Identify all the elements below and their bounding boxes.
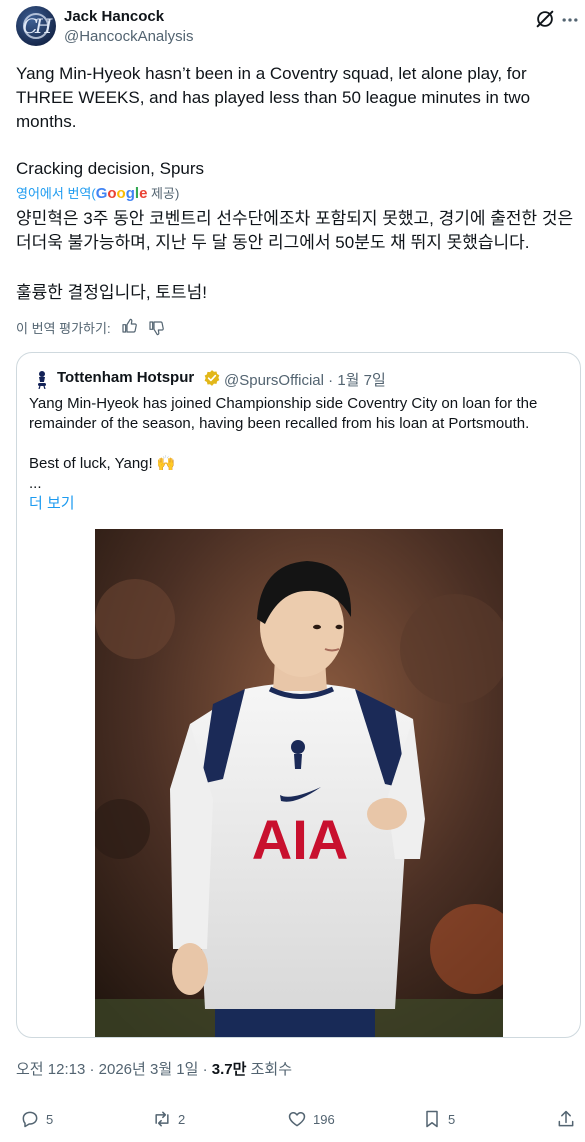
avatar-monogram: CH xyxy=(22,14,53,38)
views-label: 조회수 xyxy=(250,1061,293,1078)
tweet-text-korean-2: 훌륭한 결정입니다, 토트넘! xyxy=(16,283,207,302)
bookmark-count: 5 xyxy=(448,1111,456,1127)
bookmark-button[interactable]: 5 xyxy=(422,1106,455,1132)
reply-count: 5 xyxy=(46,1111,54,1127)
translation-attribution: 영어에서 번역(Google 제공) xyxy=(16,183,179,202)
more-icon[interactable] xyxy=(560,10,580,30)
google-letter: g xyxy=(125,185,135,202)
quoted-handle: @SpursOfficial xyxy=(224,372,324,389)
spurs-cockerel-logo xyxy=(38,371,46,389)
translation-provider-suffix: 제공) xyxy=(147,186,180,201)
translated-from-link[interactable]: 영어에서 번역( xyxy=(16,186,96,201)
repost-icon xyxy=(155,1111,169,1127)
share-icon xyxy=(558,1110,574,1127)
google-logo: Google xyxy=(96,185,148,202)
reply-button[interactable]: 5 xyxy=(20,1106,53,1132)
tweet-text-english-2: Cracking decision, Spurs xyxy=(16,159,205,178)
repost-count: 2 xyxy=(178,1111,186,1127)
repost-button[interactable]: 2 xyxy=(152,1106,185,1132)
author-name[interactable]: Jack Hancock xyxy=(64,8,164,25)
author-avatar[interactable]: CH xyxy=(16,6,56,46)
quoted-tweet-photo[interactable]: AIA xyxy=(95,529,503,1038)
quoted-date: 1월 7일 xyxy=(337,372,386,389)
bookmark-icon xyxy=(426,1110,438,1128)
share-button[interactable] xyxy=(556,1106,582,1132)
quoted-ellipsis: ... xyxy=(29,475,42,492)
tweet-text-korean: 양민혁은 3주 동안 코벤트리 선수단에조차 포함되지 못했고, 경기에 출전한… xyxy=(16,209,574,252)
quoted-tweet-text: Yang Min-Hyeok has joined Championship s… xyxy=(29,395,538,432)
like-button[interactable]: 196 xyxy=(287,1106,335,1132)
google-letter: G xyxy=(95,185,108,202)
author-handle[interactable]: @HancockAnalysis xyxy=(64,28,193,45)
view-count: 3.7만 xyxy=(211,1061,247,1078)
thumbs-down-icon[interactable] xyxy=(148,320,164,336)
tweet-time[interactable]: 오전 12:13 xyxy=(16,1061,85,1078)
rate-translation-label: 이 번역 평가하기: xyxy=(16,321,111,336)
like-count: 196 xyxy=(313,1111,335,1127)
tweet-text-english: Yang Min-Hyeok hasn’t been in a Coventry… xyxy=(16,64,531,131)
google-letter: o xyxy=(116,185,126,202)
reply-icon xyxy=(22,1111,38,1128)
thumbs-up-icon[interactable] xyxy=(121,318,137,334)
verified-icon xyxy=(204,370,220,386)
tweet-date[interactable]: 2026년 3월 1일 xyxy=(99,1061,199,1078)
quoted-handle-date[interactable]: @SpursOfficial · 1월 7일 xyxy=(224,369,386,390)
show-more-link[interactable]: 더 보기 xyxy=(29,494,75,514)
quoted-tweet-card[interactable]: Tottenham Hotspur @SpursOfficial · 1월 7일… xyxy=(16,352,581,1038)
quoted-tweet-text-2: Best of luck, Yang! 🙌 xyxy=(29,455,176,472)
quoted-author-name[interactable]: Tottenham Hotspur xyxy=(57,369,194,386)
tweet-meta: 오전 12:13 · 2026년 3월 1일 · 3.7만 조회수 xyxy=(16,1061,293,1078)
google-letter: o xyxy=(107,185,117,202)
grok-icon[interactable] xyxy=(534,8,556,30)
like-icon xyxy=(288,1112,306,1127)
shirt-sponsor-text: AIA xyxy=(252,808,348,871)
